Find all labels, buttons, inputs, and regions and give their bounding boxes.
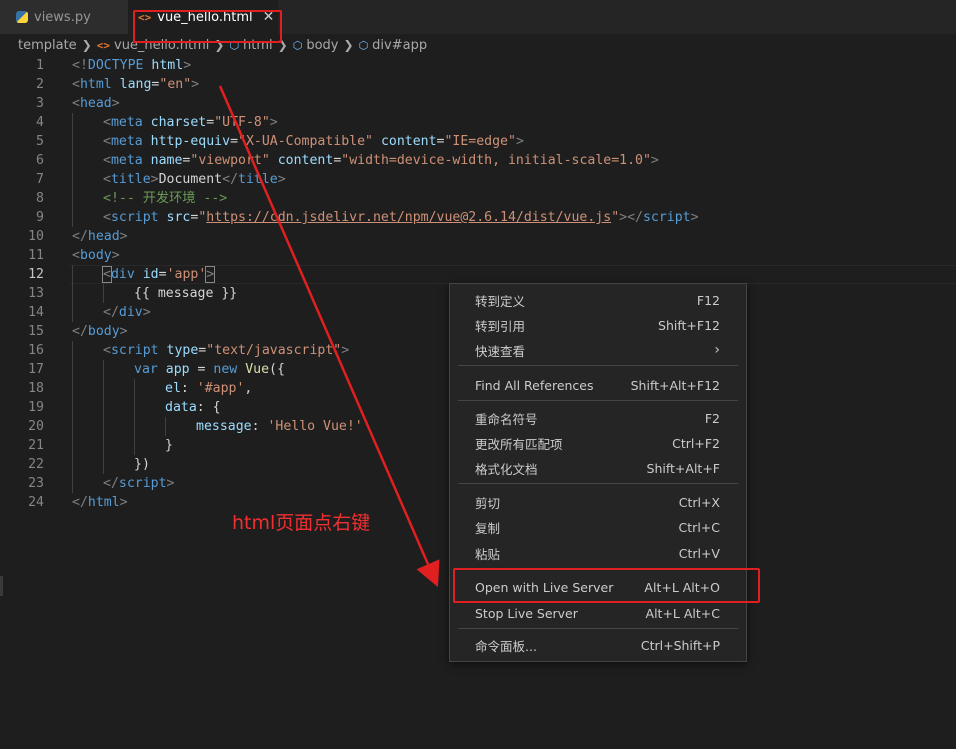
- menu-separator: [458, 628, 738, 629]
- code-line: <!-- 开发环境 -->: [103, 191, 228, 206]
- menu-item-shortcut: F12: [696, 292, 720, 308]
- menu-item-shortcut: Alt+L Alt+C: [645, 605, 720, 621]
- menu-item-label: 转到定义: [475, 293, 526, 309]
- menu-item-label: 更改所有匹配项: [475, 436, 563, 452]
- menu-item-rename-symbol[interactable]: 重命名符号 F2: [450, 406, 746, 430]
- menu-item-shortcut: Ctrl+Shift+P: [640, 637, 720, 653]
- menu-item-shortcut: Ctrl+V: [678, 545, 720, 561]
- menu-item-cut[interactable]: 剪切 Ctrl+X: [450, 490, 746, 514]
- chevron-right-icon: ›: [714, 342, 720, 358]
- breadcrumb-item-div[interactable]: div#app: [372, 38, 427, 53]
- menu-separator: [458, 400, 738, 401]
- code-line: <head>: [72, 96, 120, 111]
- menu-separator: [458, 483, 738, 484]
- code-line: <title>Document</title>: [103, 172, 286, 187]
- menu-item-shortcut: Shift+F12: [658, 317, 720, 333]
- context-menu: 转到定义 F12 转到引用 Shift+F12 快速查看 › Find All Refere…: [449, 283, 747, 662]
- code-line: <html lang="en">: [72, 77, 200, 92]
- code-line: <meta charset="UTF-8">: [103, 115, 278, 130]
- menu-item-label: 转到引用: [475, 318, 526, 334]
- chevron-right-icon: ❯: [343, 38, 354, 52]
- menu-item-shortcut: F2: [704, 410, 720, 426]
- tab-label: views.py: [34, 9, 91, 25]
- menu-item-stop-live-server[interactable]: Stop Live Server Alt+L Alt+C: [450, 601, 746, 625]
- breadcrumb-item-body[interactable]: body: [306, 38, 338, 53]
- menu-separator: [458, 365, 738, 366]
- menu-item-shortcut: Ctrl+F2: [672, 435, 720, 451]
- menu-item-shortcut: Ctrl+X: [678, 494, 720, 510]
- symbol-element-icon: ⬡: [358, 38, 369, 52]
- chevron-right-icon: ❯: [81, 38, 92, 52]
- menu-item-shortcut: Shift+Alt+F12: [630, 377, 720, 393]
- scroll-marker: [0, 576, 3, 596]
- code-line: <script src="https://cdn.jsdelivr.net/np…: [103, 210, 699, 225]
- tab-views-py[interactable]: views.py: [0, 0, 128, 34]
- html-file-icon: <>: [96, 38, 110, 52]
- menu-item-peek[interactable]: 快速查看 ›: [450, 338, 746, 362]
- menu-item-label: 格式化文档: [475, 461, 538, 477]
- menu-item-label: 重命名符号: [475, 411, 538, 427]
- menu-item-go-to-references[interactable]: 转到引用 Shift+F12: [450, 313, 746, 337]
- annotation-text: html页面点右键: [232, 512, 371, 534]
- menu-item-label: 粘贴: [475, 546, 501, 562]
- python-file-icon: [16, 11, 28, 23]
- menu-item-change-all-occurrences[interactable]: 更改所有匹配项 Ctrl+F2: [450, 431, 746, 455]
- symbol-element-icon: ⬡: [292, 38, 303, 52]
- code-line: <!DOCTYPE html>: [72, 58, 192, 73]
- menu-item-find-all-references[interactable]: Find All References Shift+Alt+F12: [450, 373, 746, 397]
- menu-item-command-palette[interactable]: 命令面板... Ctrl+Shift+P: [450, 633, 746, 657]
- code-line: </head>: [72, 229, 128, 244]
- menu-item-label: Find All References: [475, 377, 594, 393]
- menu-item-label: 复制: [475, 520, 501, 536]
- menu-item-format-document[interactable]: 格式化文档 Shift+Alt+F: [450, 456, 746, 480]
- script-url-link[interactable]: https://cdn.jsdelivr.net/npm/vue@2.6.14/…: [206, 210, 611, 225]
- code-line: <meta http-equiv="X-UA-Compatible" conte…: [103, 134, 524, 149]
- live-server-highlight-box: [453, 568, 760, 603]
- menu-item-paste[interactable]: 粘贴 Ctrl+V: [450, 541, 746, 565]
- menu-item-label: 命令面板...: [475, 638, 537, 654]
- code-line: <div id='app'>: [102, 266, 216, 283]
- menu-item-copy[interactable]: 复制 Ctrl+C: [450, 515, 746, 539]
- menu-item-go-to-definition[interactable]: 转到定义 F12: [450, 288, 746, 312]
- menu-item-label: 快速查看: [475, 343, 526, 359]
- code-line: <body>: [72, 248, 120, 263]
- breadcrumb-item-template[interactable]: template: [18, 38, 77, 53]
- tab-highlight-box: [133, 10, 282, 43]
- code-line: <meta name="viewport" content="width=dev…: [103, 153, 659, 168]
- menu-item-shortcut: Shift+Alt+F: [646, 460, 720, 476]
- menu-item-label: 剪切: [475, 495, 501, 511]
- menu-item-shortcut: Ctrl+C: [678, 519, 720, 535]
- menu-item-label: Stop Live Server: [475, 605, 578, 621]
